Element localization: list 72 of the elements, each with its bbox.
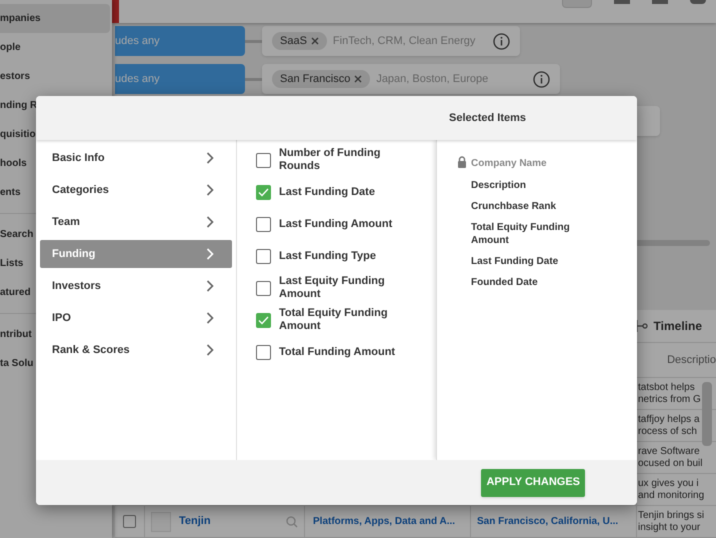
close-icon[interactable] <box>310 37 319 45</box>
lock-icon <box>457 156 467 168</box>
vertical-scrollbar[interactable] <box>702 382 712 446</box>
description-cell-text: tatsbot helps netrics from G <box>638 382 702 406</box>
column-header[interactable]: Descriptio <box>667 352 716 368</box>
filter-chip[interactable]: SaaS <box>272 32 327 50</box>
placeholder-text: Japan, Boston, Europe <box>376 72 488 87</box>
category-item[interactable]: Team <box>40 208 232 236</box>
category-item[interactable]: Categories <box>40 176 232 204</box>
filter-field[interactable]: San Francisco Japan, Boston, Europe <box>262 64 560 94</box>
chevron-icon <box>206 184 214 196</box>
checkbox[interactable] <box>256 216 271 232</box>
checkbox[interactable] <box>256 152 271 168</box>
accent-strip <box>112 0 119 23</box>
selected-item: Company Name <box>471 157 547 171</box>
apply-changes-button[interactable]: APPLY CHANGES <box>481 468 585 496</box>
chevron-icon <box>206 248 214 260</box>
chevron-icon <box>206 152 214 164</box>
dialog-title: Selected Items <box>449 110 526 126</box>
selected-item[interactable]: Total Equity Funding Amount <box>471 221 579 247</box>
chevron-icon <box>206 312 214 324</box>
category-label: Basic Info <box>52 150 105 166</box>
selected-item[interactable]: Last Funding Date <box>471 255 579 268</box>
info-icon[interactable] <box>493 32 510 50</box>
description-cell-text: Tenjin brings si insight to your <box>638 510 706 534</box>
category-label: Rank & Scores <box>52 342 130 358</box>
category-label: Categories <box>52 182 109 198</box>
checkbox[interactable] <box>256 312 271 328</box>
checkbox-label[interactable]: Last Funding Amount <box>279 218 423 230</box>
sidebar-item[interactable]: ople <box>0 33 110 62</box>
checkbox[interactable] <box>256 344 271 360</box>
filter-chip[interactable]: San Francisco <box>272 70 370 88</box>
close-icon[interactable] <box>354 75 362 83</box>
chevron-icon <box>206 216 214 228</box>
category-item[interactable]: Investors <box>40 272 232 300</box>
checkbox-label[interactable]: Total Equity Funding Amount <box>279 307 423 333</box>
checkbox-label[interactable]: Number of Funding Rounds <box>279 147 423 173</box>
sidebar-item[interactable]: estors <box>0 62 110 91</box>
category-item[interactable]: Funding <box>40 240 232 268</box>
chevron-icon <box>206 280 214 292</box>
selected-item[interactable]: Founded Date <box>471 276 579 289</box>
category-item[interactable]: Rank & Scores <box>40 336 232 364</box>
checkbox-label[interactable]: Last Funding Type <box>279 250 423 262</box>
placeholder-text: FinTech, CRM, Clean Energy <box>332 34 476 49</box>
row-checkbox[interactable] <box>123 515 136 528</box>
category-item[interactable]: IPO <box>40 304 232 332</box>
category-link[interactable]: Platforms, Apps, Data and A... <box>313 514 456 529</box>
category-label: IPO <box>52 310 71 326</box>
location-link[interactable]: San Francisco, California, U... <box>477 514 618 529</box>
checkbox[interactable] <box>256 248 271 264</box>
chevron-icon <box>206 344 214 356</box>
category-label: Investors <box>52 278 101 294</box>
selected-item[interactable]: Crunchbase Rank <box>471 200 579 213</box>
sidebar-item[interactable]: mpanies <box>0 4 110 33</box>
category-item[interactable]: Basic Info <box>40 144 232 172</box>
description-cell-text: taffjoy helps a rocess of sch <box>638 414 701 438</box>
category-label: Funding <box>52 246 96 262</box>
category-label: Team <box>52 214 80 230</box>
checkbox-label[interactable]: Last Funding Date <box>279 186 423 198</box>
description-cell-text: ux gives you i and monitoring <box>638 478 706 502</box>
info-icon[interactable] <box>533 70 550 88</box>
selected-item[interactable]: Description <box>471 179 579 192</box>
table-title: Timeline <box>654 318 702 335</box>
checkbox[interactable] <box>256 184 271 200</box>
checkbox-label[interactable]: Last Equity Funding Amount <box>279 275 423 301</box>
company-link[interactable]: Tenjin <box>179 513 211 530</box>
description-cell-text: rave Software ocused on buil <box>638 446 704 470</box>
toolbar-icon[interactable] <box>690 0 706 4</box>
checkbox[interactable] <box>256 280 271 296</box>
checkbox-label[interactable]: Total Funding Amount <box>279 346 423 358</box>
company-logo <box>151 512 171 532</box>
filter-field[interactable]: SaaS FinTech, CRM, Clean Energy <box>262 26 520 56</box>
